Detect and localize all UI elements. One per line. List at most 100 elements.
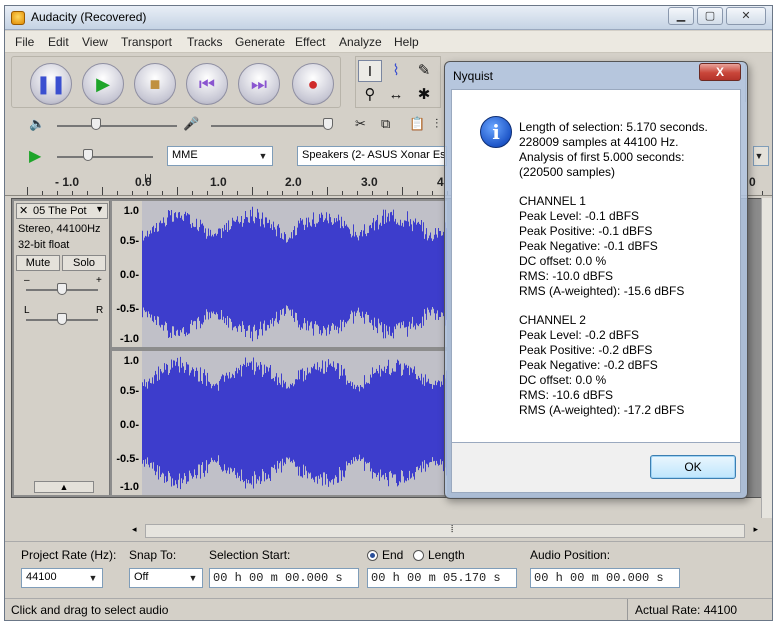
channel2-vertical-scale: 1.0 0.5- 0.0- -0.5- -1.0: [112, 351, 142, 495]
ruler-label: - 1.0: [55, 175, 80, 189]
gain-slider[interactable]: [57, 283, 67, 295]
ruler-label: 0: [749, 175, 756, 189]
pause-button[interactable]: ❚❚: [30, 63, 72, 105]
draw-tool-icon[interactable]: ✎: [412, 60, 436, 82]
ruler-tick: [72, 191, 73, 195]
menu-help[interactable]: Help: [394, 35, 419, 49]
maximize-button[interactable]: ▢: [697, 7, 723, 25]
paste-icon[interactable]: 📋: [409, 116, 425, 132]
ruler-tick: [297, 191, 298, 195]
close-track-icon[interactable]: ✕: [19, 204, 28, 217]
channel2-waveform[interactable]: [142, 351, 447, 495]
analysis-line: Peak Negative: -0.1 dBFS: [519, 239, 658, 253]
channel1-waveform[interactable]: [142, 201, 447, 347]
ruler-tick: [57, 191, 58, 195]
ruler-tick: [372, 191, 373, 195]
ruler-tick: [312, 191, 313, 195]
chevron-down-icon: ▼: [88, 573, 98, 583]
analysis-line: Peak Level: -0.2 dBFS: [519, 328, 640, 342]
menu-view[interactable]: View: [82, 35, 108, 49]
scroll-right-icon[interactable]: ▸: [753, 524, 758, 535]
project-rate-value: 44100: [26, 571, 57, 583]
snap-to-value: Off: [134, 571, 149, 583]
audio-host-select[interactable]: MME ▼: [167, 146, 273, 166]
length-radio-label: Length: [428, 548, 465, 562]
collapse-track-button[interactable]: ▲: [34, 481, 94, 493]
ruler-tick: [432, 191, 433, 195]
project-rate-select[interactable]: 44100 ▼: [21, 568, 103, 588]
trim-icon[interactable]: ⫶: [435, 116, 438, 132]
audacity-logo-icon: [11, 11, 25, 25]
close-icon: X: [715, 65, 724, 79]
window-close-button[interactable]: ✕: [726, 7, 766, 25]
output-volume-track: [57, 125, 177, 127]
length-radio[interactable]: [413, 550, 424, 561]
dialog-close-button[interactable]: X: [699, 63, 741, 81]
cut-icon[interactable]: ✂: [355, 116, 366, 132]
stop-button[interactable]: ■: [134, 63, 176, 105]
skip-end-button[interactable]: ⏭: [238, 63, 280, 105]
horizontal-scrollbar[interactable]: ◂ ⦙ ▸: [132, 524, 758, 538]
menu-generate[interactable]: Generate: [235, 35, 285, 49]
minimize-button[interactable]: ▁: [668, 7, 694, 25]
ruler-tick: [357, 191, 358, 195]
ok-button[interactable]: OK: [650, 455, 736, 479]
input-volume-slider[interactable]: [323, 118, 333, 130]
mute-button[interactable]: Mute: [16, 255, 60, 271]
transport-toolbar: ❚❚ ▶ ■ ⏮ ⏭ ●: [11, 56, 341, 108]
analysis-line: Length of selection: 5.170 seconds.: [519, 120, 708, 134]
play-button[interactable]: ▶: [82, 63, 124, 105]
menu-effect[interactable]: Effect: [295, 35, 325, 49]
record-button[interactable]: ●: [292, 63, 334, 105]
vertical-scrollbar[interactable]: [761, 198, 772, 518]
ruler-tick: [147, 191, 148, 195]
multi-tool-icon[interactable]: ✱: [412, 84, 436, 106]
pan-slider[interactable]: [57, 313, 67, 325]
gain-plus-label: +: [96, 275, 102, 286]
menu-analyze[interactable]: Analyze: [339, 35, 382, 49]
pan-left-label: L: [24, 305, 30, 316]
audio-position-label: Audio Position:: [530, 548, 611, 562]
snap-to-label: Snap To:: [129, 548, 177, 562]
output-volume-slider[interactable]: [91, 118, 101, 130]
analysis-line: DC offset: 0.0 %: [519, 373, 607, 387]
solo-button[interactable]: Solo: [62, 255, 106, 271]
menu-edit[interactable]: Edit: [48, 35, 69, 49]
audio-position-field[interactable]: 00 h 00 m 00.000 s: [530, 568, 680, 588]
analysis-line: CHANNEL 1: [519, 194, 586, 208]
ruler-tick: [102, 187, 103, 195]
selection-end-field[interactable]: 00 h 00 m 05.170 s: [367, 568, 517, 588]
selection-tool-icon[interactable]: I: [358, 60, 382, 82]
track-name-menu[interactable]: ✕ 05 The Pot ▼: [16, 203, 108, 219]
output-device-select[interactable]: Speakers (2- ASUS Xonar Esse: [297, 146, 447, 166]
zoom-tool-icon[interactable]: ⚲: [358, 84, 382, 106]
play-at-speed-icon[interactable]: ▶: [29, 146, 41, 166]
channel1-vertical-scale: 1.0 0.5- 0.0- -0.5- -1.0: [112, 201, 142, 347]
snap-to-select[interactable]: Off ▼: [129, 568, 203, 588]
analysis-line: RMS (A-weighted): -17.2 dBFS: [519, 403, 685, 417]
menu-file[interactable]: File: [15, 35, 34, 49]
scale-label: 1.0: [123, 205, 139, 217]
scroll-grip-icon: ⦙: [451, 524, 454, 535]
ruler-tick: [387, 191, 388, 195]
waveform-path: [142, 356, 447, 490]
ruler-tick: [237, 191, 238, 195]
menu-tracks[interactable]: Tracks: [187, 35, 223, 49]
end-radio[interactable]: [367, 550, 378, 561]
output-device-value: Speakers (2- ASUS Xonar Esse: [302, 149, 447, 161]
selection-start-field[interactable]: 00 h 00 m 00.000 s: [209, 568, 359, 588]
time-shift-tool-icon[interactable]: ↔: [384, 84, 408, 106]
ruler-tick: [27, 187, 28, 195]
copy-icon[interactable]: ⧉: [381, 116, 390, 132]
chevron-down-icon: ▼: [95, 204, 104, 214]
nyquist-dialog: Nyquist X i Length of selection: 5.170 s…: [444, 61, 748, 499]
ruler-tick: [177, 187, 178, 195]
analysis-line: RMS: -10.6 dBFS: [519, 388, 614, 402]
menu-transport[interactable]: Transport: [121, 35, 172, 49]
envelope-tool-icon[interactable]: ⌇: [384, 60, 408, 82]
input-device-dropdown[interactable]: ▼: [753, 146, 769, 166]
scroll-left-icon[interactable]: ◂: [132, 524, 137, 535]
skip-start-button[interactable]: ⏮: [186, 63, 228, 105]
ruler-tick: [282, 191, 283, 195]
play-speed-slider[interactable]: [83, 149, 93, 161]
